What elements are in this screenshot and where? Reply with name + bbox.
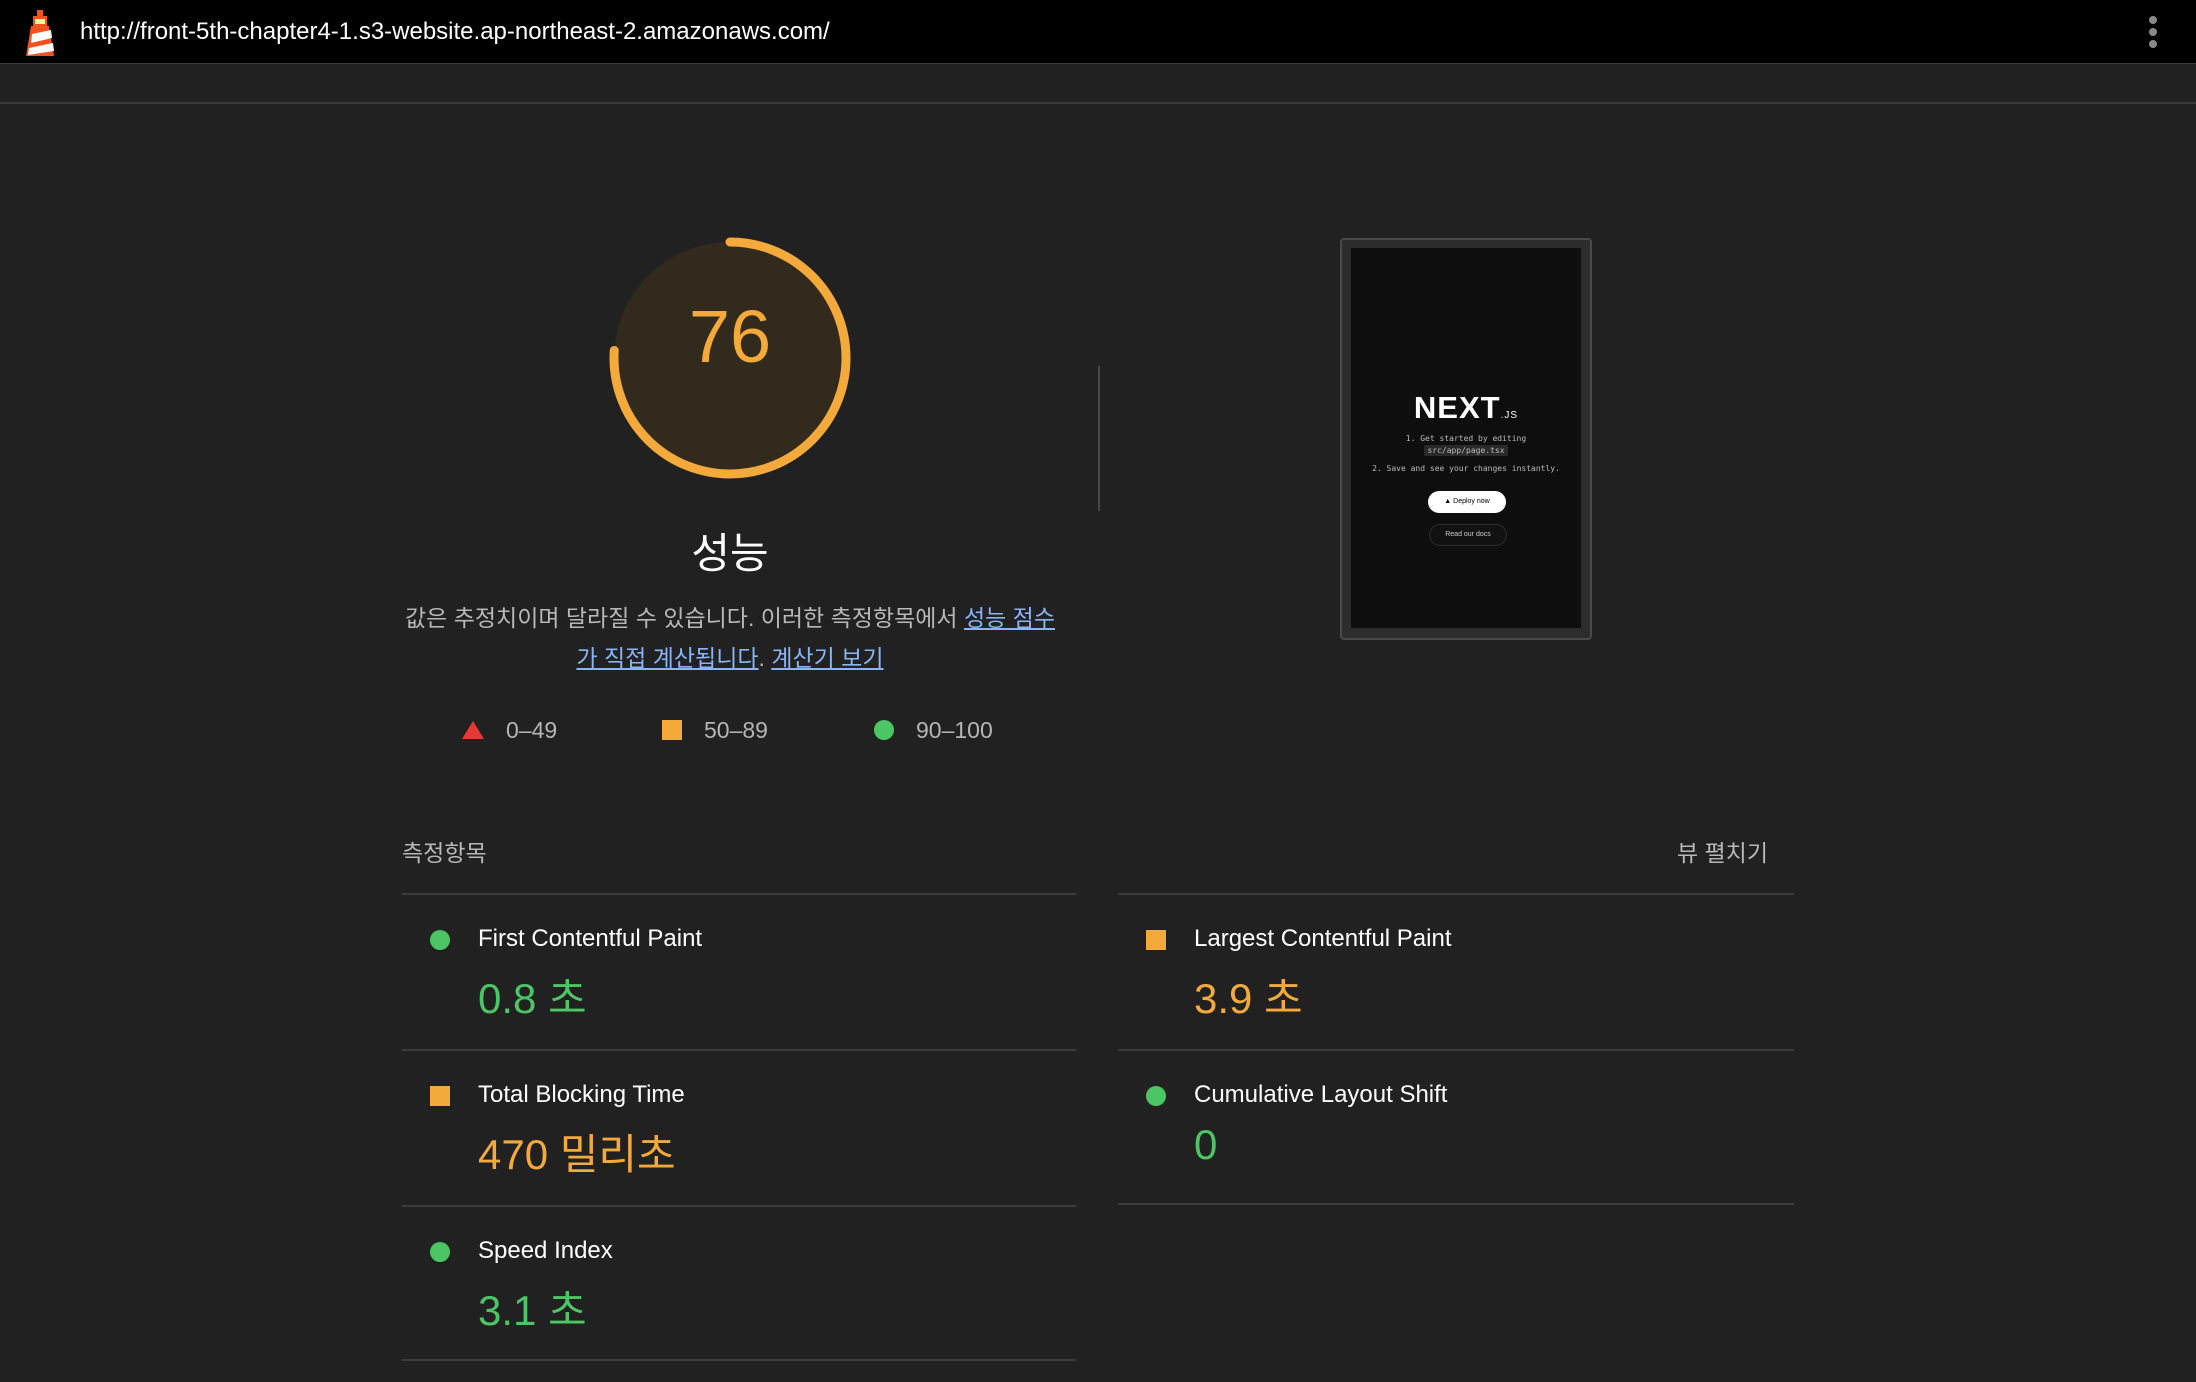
- thumb-line-2: src/app/page.tsx: [1351, 445, 1581, 456]
- metric-value: 3.9 초: [1194, 975, 1303, 1022]
- metric-cls: Cumulative Layout Shift 0: [1118, 1051, 1792, 1205]
- gauge-title: 성능: [691, 530, 769, 577]
- metrics-header: 측정항목 뷰 펼치기: [402, 834, 1794, 866]
- metric-value: 470 밀리초: [478, 1131, 676, 1178]
- square-icon: [662, 720, 682, 740]
- calculator-link[interactable]: 계산기 보기: [771, 645, 883, 671]
- metric-name: Cumulative Layout Shift: [1194, 1081, 1448, 1108]
- final-screenshot[interactable]: NEXT.JS 1. Get started by editing src/ap…: [1340, 238, 1592, 640]
- metric-si: Speed Index 3.1 초: [402, 1207, 1076, 1361]
- divider: [1118, 1203, 1794, 1205]
- sub-toolbar: [0, 64, 2196, 104]
- legend-item-average: 50–89: [662, 714, 768, 746]
- metric-name: Largest Contentful Paint: [1194, 925, 1452, 952]
- lighthouse-icon: [26, 10, 54, 56]
- circle-icon: [430, 930, 450, 950]
- thumb-line-1: 1. Get started by editing: [1405, 434, 1527, 443]
- screenshot-content: NEXT.JS 1. Get started by editing src/ap…: [1351, 248, 1581, 628]
- description-sep: .: [758, 645, 772, 671]
- metric-lcp: Largest Contentful Paint 3.9 초: [1118, 895, 1792, 1049]
- metric-name: First Contentful Paint: [478, 925, 703, 952]
- kebab-menu-icon[interactable]: [2148, 16, 2158, 50]
- report-topbar: http://front-5th-chapter4-1.s3-website.a…: [0, 0, 2196, 64]
- metric-value: 3.1 초: [478, 1287, 587, 1334]
- expand-view-toggle[interactable]: 뷰 펼치기: [1677, 834, 1768, 868]
- divider: [1098, 366, 1100, 511]
- square-icon: [430, 1086, 450, 1106]
- metrics-title: 측정항목: [402, 840, 487, 866]
- metric-value: 0: [1194, 1121, 1218, 1168]
- legend-label: 50–89: [704, 716, 768, 743]
- metric-tbt: Total Blocking Time 470 밀리초: [402, 1051, 1076, 1205]
- legend-item-pass: 90–100: [874, 714, 993, 746]
- description-text: 값은 추정치이며 달라질 수 있습니다. 이러한 측정항목에서: [405, 605, 964, 631]
- metric-name: Total Blocking Time: [478, 1081, 685, 1108]
- triangle-icon: [462, 721, 484, 739]
- score-description: 값은 추정치이며 달라질 수 있습니다. 이러한 측정항목에서 성능 점수가 직…: [400, 598, 1060, 678]
- divider: [402, 1359, 1076, 1361]
- metric-fcp: First Contentful Paint 0.8 초: [402, 895, 1076, 1049]
- legend-label: 0–49: [506, 716, 558, 743]
- thumb-docs-button: Read our docs: [1429, 524, 1507, 546]
- thumb-deploy-button: ▲ Deploy now: [1428, 491, 1506, 513]
- metric-value: 0.8 초: [478, 975, 587, 1022]
- circle-icon: [874, 720, 894, 740]
- legend-item-fail: 0–49: [462, 714, 557, 746]
- nextjs-logo: NEXT.JS: [1413, 390, 1519, 425]
- square-icon: [1146, 930, 1166, 950]
- circle-icon: [430, 1242, 450, 1262]
- thumb-line-3: 2. Save and see your changes instantly.: [1372, 464, 1560, 473]
- metric-name: Speed Index: [478, 1237, 613, 1264]
- legend-label: 90–100: [916, 716, 993, 743]
- page-url: http://front-5th-chapter4-1.s3-website.a…: [80, 18, 830, 45]
- circle-icon: [1146, 1086, 1166, 1106]
- performance-score: 76: [688, 295, 772, 378]
